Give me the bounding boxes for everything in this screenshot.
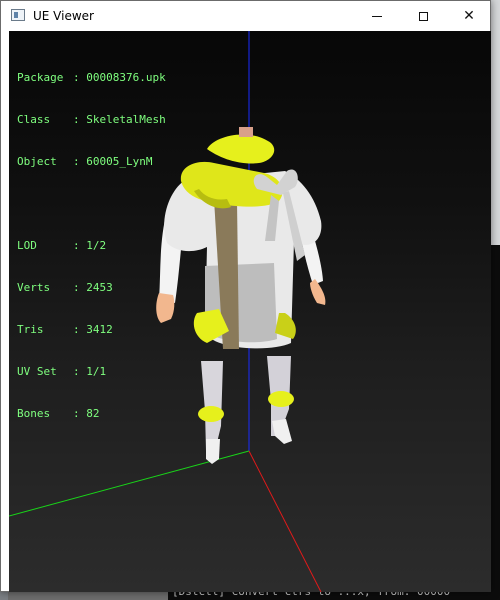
ue-viewer-window[interactable]: UE Viewer ✕ Package: 00008376.upk Class… <box>0 0 491 592</box>
maximize-icon <box>418 11 428 21</box>
right-ankle-cuff <box>268 391 294 407</box>
separator: : <box>73 113 80 126</box>
app-window-icon <box>11 9 25 21</box>
object-label: Object <box>17 155 57 168</box>
tris-value: 3412 <box>86 323 113 336</box>
3d-viewport[interactable]: Package: 00008376.upk Class: SkeletalMes… <box>9 31 491 592</box>
separator: : <box>73 323 80 336</box>
info-row-class: Class: SkeletalMesh <box>17 113 166 127</box>
x-axis-line <box>248 450 322 592</box>
info-row-tris: Tris: 3412 <box>17 323 166 337</box>
separator: : <box>73 155 80 168</box>
class-value: SkeletalMesh <box>86 113 166 126</box>
left-ankle-cuff <box>198 406 224 422</box>
separator: : <box>73 407 80 420</box>
title-bar[interactable]: UE Viewer ✕ <box>1 1 490 31</box>
lod-label: LOD <box>17 239 37 252</box>
info-row-verts: Verts: 2453 <box>17 281 166 295</box>
separator: : <box>73 71 80 84</box>
window-title: UE Viewer <box>33 9 94 23</box>
package-label: Package <box>17 71 64 84</box>
uvset-value: 1/1 <box>86 365 107 378</box>
minimize-icon <box>372 15 382 17</box>
close-button[interactable]: ✕ <box>446 1 492 31</box>
bones-value: 82 <box>86 407 100 420</box>
left-foot <box>206 439 220 464</box>
background-console-window <box>490 245 500 600</box>
separator: : <box>73 239 80 252</box>
maximize-button[interactable] <box>400 1 446 31</box>
verts-label: Verts <box>17 281 51 294</box>
info-row-lod: LOD: 1/2 <box>17 239 166 253</box>
right-foot <box>272 419 292 444</box>
collar-top <box>207 134 275 164</box>
mesh-info-overlay: Package: 00008376.upk Class: SkeletalMes… <box>17 43 166 449</box>
uvset-label: UV Set <box>17 365 57 378</box>
minimize-button[interactable] <box>354 1 400 31</box>
object-value: 60005_LynM <box>86 155 153 168</box>
close-icon: ✕ <box>463 8 475 24</box>
tris-label: Tris <box>17 323 44 336</box>
verts-value: 2453 <box>86 281 113 294</box>
lod-value: 1/2 <box>86 239 107 252</box>
info-row-bones: Bones: 82 <box>17 407 166 421</box>
left-leg <box>201 361 223 451</box>
skeletal-mesh-model[interactable] <box>156 127 326 464</box>
info-row-package: Package: 00008376.upk <box>17 71 166 85</box>
package-value: 00008376.upk <box>86 71 166 84</box>
separator: : <box>73 281 80 294</box>
info-row-uvset: UV Set: 1/1 <box>17 365 166 379</box>
separator: : <box>73 365 80 378</box>
right-hand <box>310 279 326 305</box>
class-label: Class <box>17 113 51 126</box>
info-row-object: Object: 60005_LynM <box>17 155 166 169</box>
bones-label: Bones <box>17 407 51 420</box>
neck <box>239 127 253 137</box>
